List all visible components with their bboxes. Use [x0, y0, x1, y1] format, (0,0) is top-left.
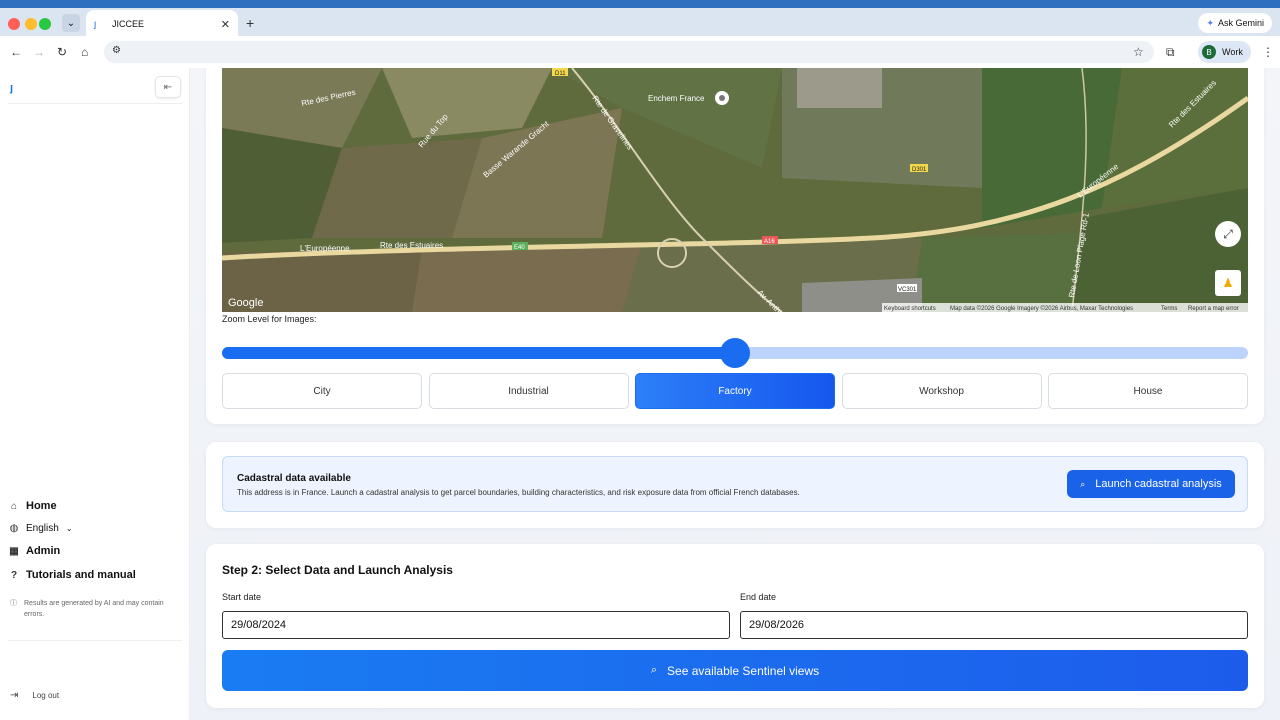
pegman-icon: ♟: [1222, 276, 1234, 290]
map-shield-d11: D11: [555, 71, 566, 77]
step2-title: Step 2: Select Data and Launch Analysis: [222, 563, 453, 577]
site-settings-icon[interactable]: ⚙: [112, 45, 121, 56]
reload-button[interactable]: ↻: [57, 45, 67, 59]
map-imagery: Enchem France Rte des Pierres Rte de Gra…: [222, 68, 1248, 312]
disclaimer-text: Results are generated by AI and may cont…: [24, 600, 164, 618]
fullscreen-button[interactable]: ⤢: [1215, 221, 1241, 247]
titlebar-strip: [0, 0, 1280, 8]
bookmark-star-icon[interactable]: ☆: [1133, 45, 1144, 59]
search-icon: ⌕: [1080, 478, 1086, 489]
app-logo[interactable]: ȷ: [10, 82, 13, 94]
gemini-icon: ✦: [1206, 17, 1214, 28]
sidebar-item-label: Admin: [26, 545, 61, 557]
map-shield-d301: D301: [912, 167, 927, 173]
extensions-icon[interactable]: ⧉: [1166, 45, 1175, 60]
launch-cadastral-label: Launch cadastral analysis: [1095, 478, 1222, 490]
zoom-option-house[interactable]: House: [1048, 373, 1248, 409]
profile-avatar: B: [1202, 45, 1216, 59]
report-map-error-link[interactable]: Report a map error: [1188, 306, 1239, 312]
chevron-down-icon: ⌄: [66, 17, 76, 29]
map-shield-vc301: VC301: [898, 287, 917, 293]
minimize-window-button[interactable]: [25, 18, 37, 30]
ask-gemini-label: Ask Gemini: [1217, 18, 1264, 28]
info-icon: ⓘ: [10, 600, 17, 607]
zoom-slider-fill: [222, 347, 735, 359]
cadastral-banner: Cadastral data available This address is…: [222, 456, 1248, 512]
chevron-down-icon: ⌄: [65, 524, 73, 533]
zoom-level-label: Zoom Level for Images:: [222, 314, 317, 324]
language-label: English: [26, 523, 59, 534]
close-tab-icon[interactable]: ✕: [221, 18, 230, 31]
tab-title: JICCEE: [112, 19, 145, 29]
keyboard-shortcuts-link[interactable]: Keyboard shortcuts: [884, 306, 936, 312]
end-date-label: End date: [740, 592, 777, 602]
map-shield-e40: E40: [514, 245, 525, 251]
search-icon: ⌕: [650, 664, 658, 676]
sidebar-divider: [8, 103, 182, 104]
globe-icon: ◍: [9, 523, 19, 534]
help-icon: ?: [10, 569, 18, 581]
browser-titlebar: ⌄ ȷ JICCEE ✕ + ✦ Ask Gemini: [0, 0, 1280, 40]
new-tab-button[interactable]: +: [246, 15, 254, 31]
language-selector[interactable]: ◍ English ⌄: [9, 523, 73, 534]
home-icon: ⌂: [10, 500, 18, 512]
grid-icon: ▦: [9, 545, 19, 557]
profile-label: Work: [1222, 47, 1243, 57]
sidebar-item-home[interactable]: ⌂ Home: [9, 500, 57, 512]
start-date-label: Start date: [222, 592, 262, 602]
google-logo: Google: [228, 297, 263, 309]
maximize-window-button[interactable]: [39, 18, 51, 30]
back-button[interactable]: ←: [10, 45, 22, 59]
collapse-sidebar-button[interactable]: ⇤: [155, 76, 181, 98]
zoom-option-city[interactable]: City: [222, 373, 422, 409]
profile-button[interactable]: B Work: [1198, 41, 1251, 63]
collapse-left-icon: ⇤: [163, 81, 173, 93]
tab-search-button[interactable]: ⌄: [62, 14, 80, 32]
terms-link[interactable]: Terms: [1161, 306, 1177, 312]
cadastral-description: This address is in France. Launch a cada…: [237, 488, 800, 497]
close-window-button[interactable]: [8, 18, 20, 30]
map-label-estuaires: Rte des Estuaires: [380, 241, 443, 250]
sidebar-item-label: Tutorials and manual: [26, 569, 136, 581]
zoom-option-factory[interactable]: Factory: [635, 373, 835, 409]
sentinel-button-label: See available Sentinel views: [667, 663, 820, 678]
cadastral-card: Cadastral data available This address is…: [206, 442, 1264, 528]
map-shield-a16: A16: [764, 239, 775, 245]
address-bar[interactable]: ⚙: [104, 41, 1154, 63]
map-data-attribution: Map data ©2026 Google Imagery ©2026 Airb…: [950, 305, 1133, 312]
cadastral-title: Cadastral data available: [237, 473, 351, 484]
ask-gemini-button[interactable]: ✦ Ask Gemini: [1198, 13, 1272, 33]
logout-icon: ⇥: [10, 690, 19, 701]
street-view-button[interactable]: ♟: [1215, 270, 1241, 296]
zoom-slider[interactable]: [222, 338, 1248, 368]
sidebar: ȷ ⇤ ⌂ Home ◍ English ⌄ ▦ Admin ? Tutoria…: [0, 68, 190, 720]
launch-cadastral-button[interactable]: ⌕ Launch cadastral analysis: [1067, 470, 1235, 498]
browser-tab[interactable]: ȷ JICCEE ✕: [86, 10, 238, 38]
satellite-map[interactable]: Enchem France Rte des Pierres Rte de Gra…: [222, 68, 1248, 312]
sidebar-item-tutorials[interactable]: ? Tutorials and manual: [9, 569, 136, 581]
ai-disclaimer: ⓘ Results are generated by AI and may co…: [10, 598, 180, 620]
start-date-input[interactable]: 29/08/2024: [222, 611, 730, 639]
zoom-option-workshop[interactable]: Workshop: [841, 373, 1042, 409]
map-label-europeenne-left: L'Européenne: [300, 244, 350, 253]
main-content: Enchem France Rte des Pierres Rte de Gra…: [190, 68, 1280, 720]
see-sentinel-views-button[interactable]: ⌕ See available Sentinel views: [222, 650, 1248, 691]
sidebar-item-admin[interactable]: ▦ Admin: [9, 545, 60, 557]
favicon-icon: ȷ: [94, 19, 97, 30]
more-menu-icon[interactable]: ⋮: [1262, 45, 1274, 59]
logout-label: Log out: [32, 691, 60, 700]
home-button[interactable]: ⌂: [81, 45, 88, 59]
step2-card: Step 2: Select Data and Launch Analysis …: [206, 544, 1264, 708]
browser-toolbar: ← → ↻ ⌂ ⚙ ☆ ⧉ B Work ⋮: [0, 36, 1280, 68]
zoom-option-industrial[interactable]: Industrial: [428, 373, 629, 409]
sidebar-item-label: Home: [26, 500, 57, 512]
map-card: Enchem France Rte des Pierres Rte de Gra…: [206, 68, 1264, 424]
map-label-enchem: Enchem France: [648, 94, 705, 103]
sidebar-divider: [8, 640, 182, 641]
logout-button[interactable]: ⇥ Log out: [10, 690, 59, 701]
forward-button[interactable]: →: [33, 45, 45, 59]
fullscreen-icon: ⤢: [1223, 226, 1233, 241]
end-date-input[interactable]: 29/08/2026: [740, 611, 1248, 639]
zoom-slider-handle[interactable]: [720, 338, 750, 368]
